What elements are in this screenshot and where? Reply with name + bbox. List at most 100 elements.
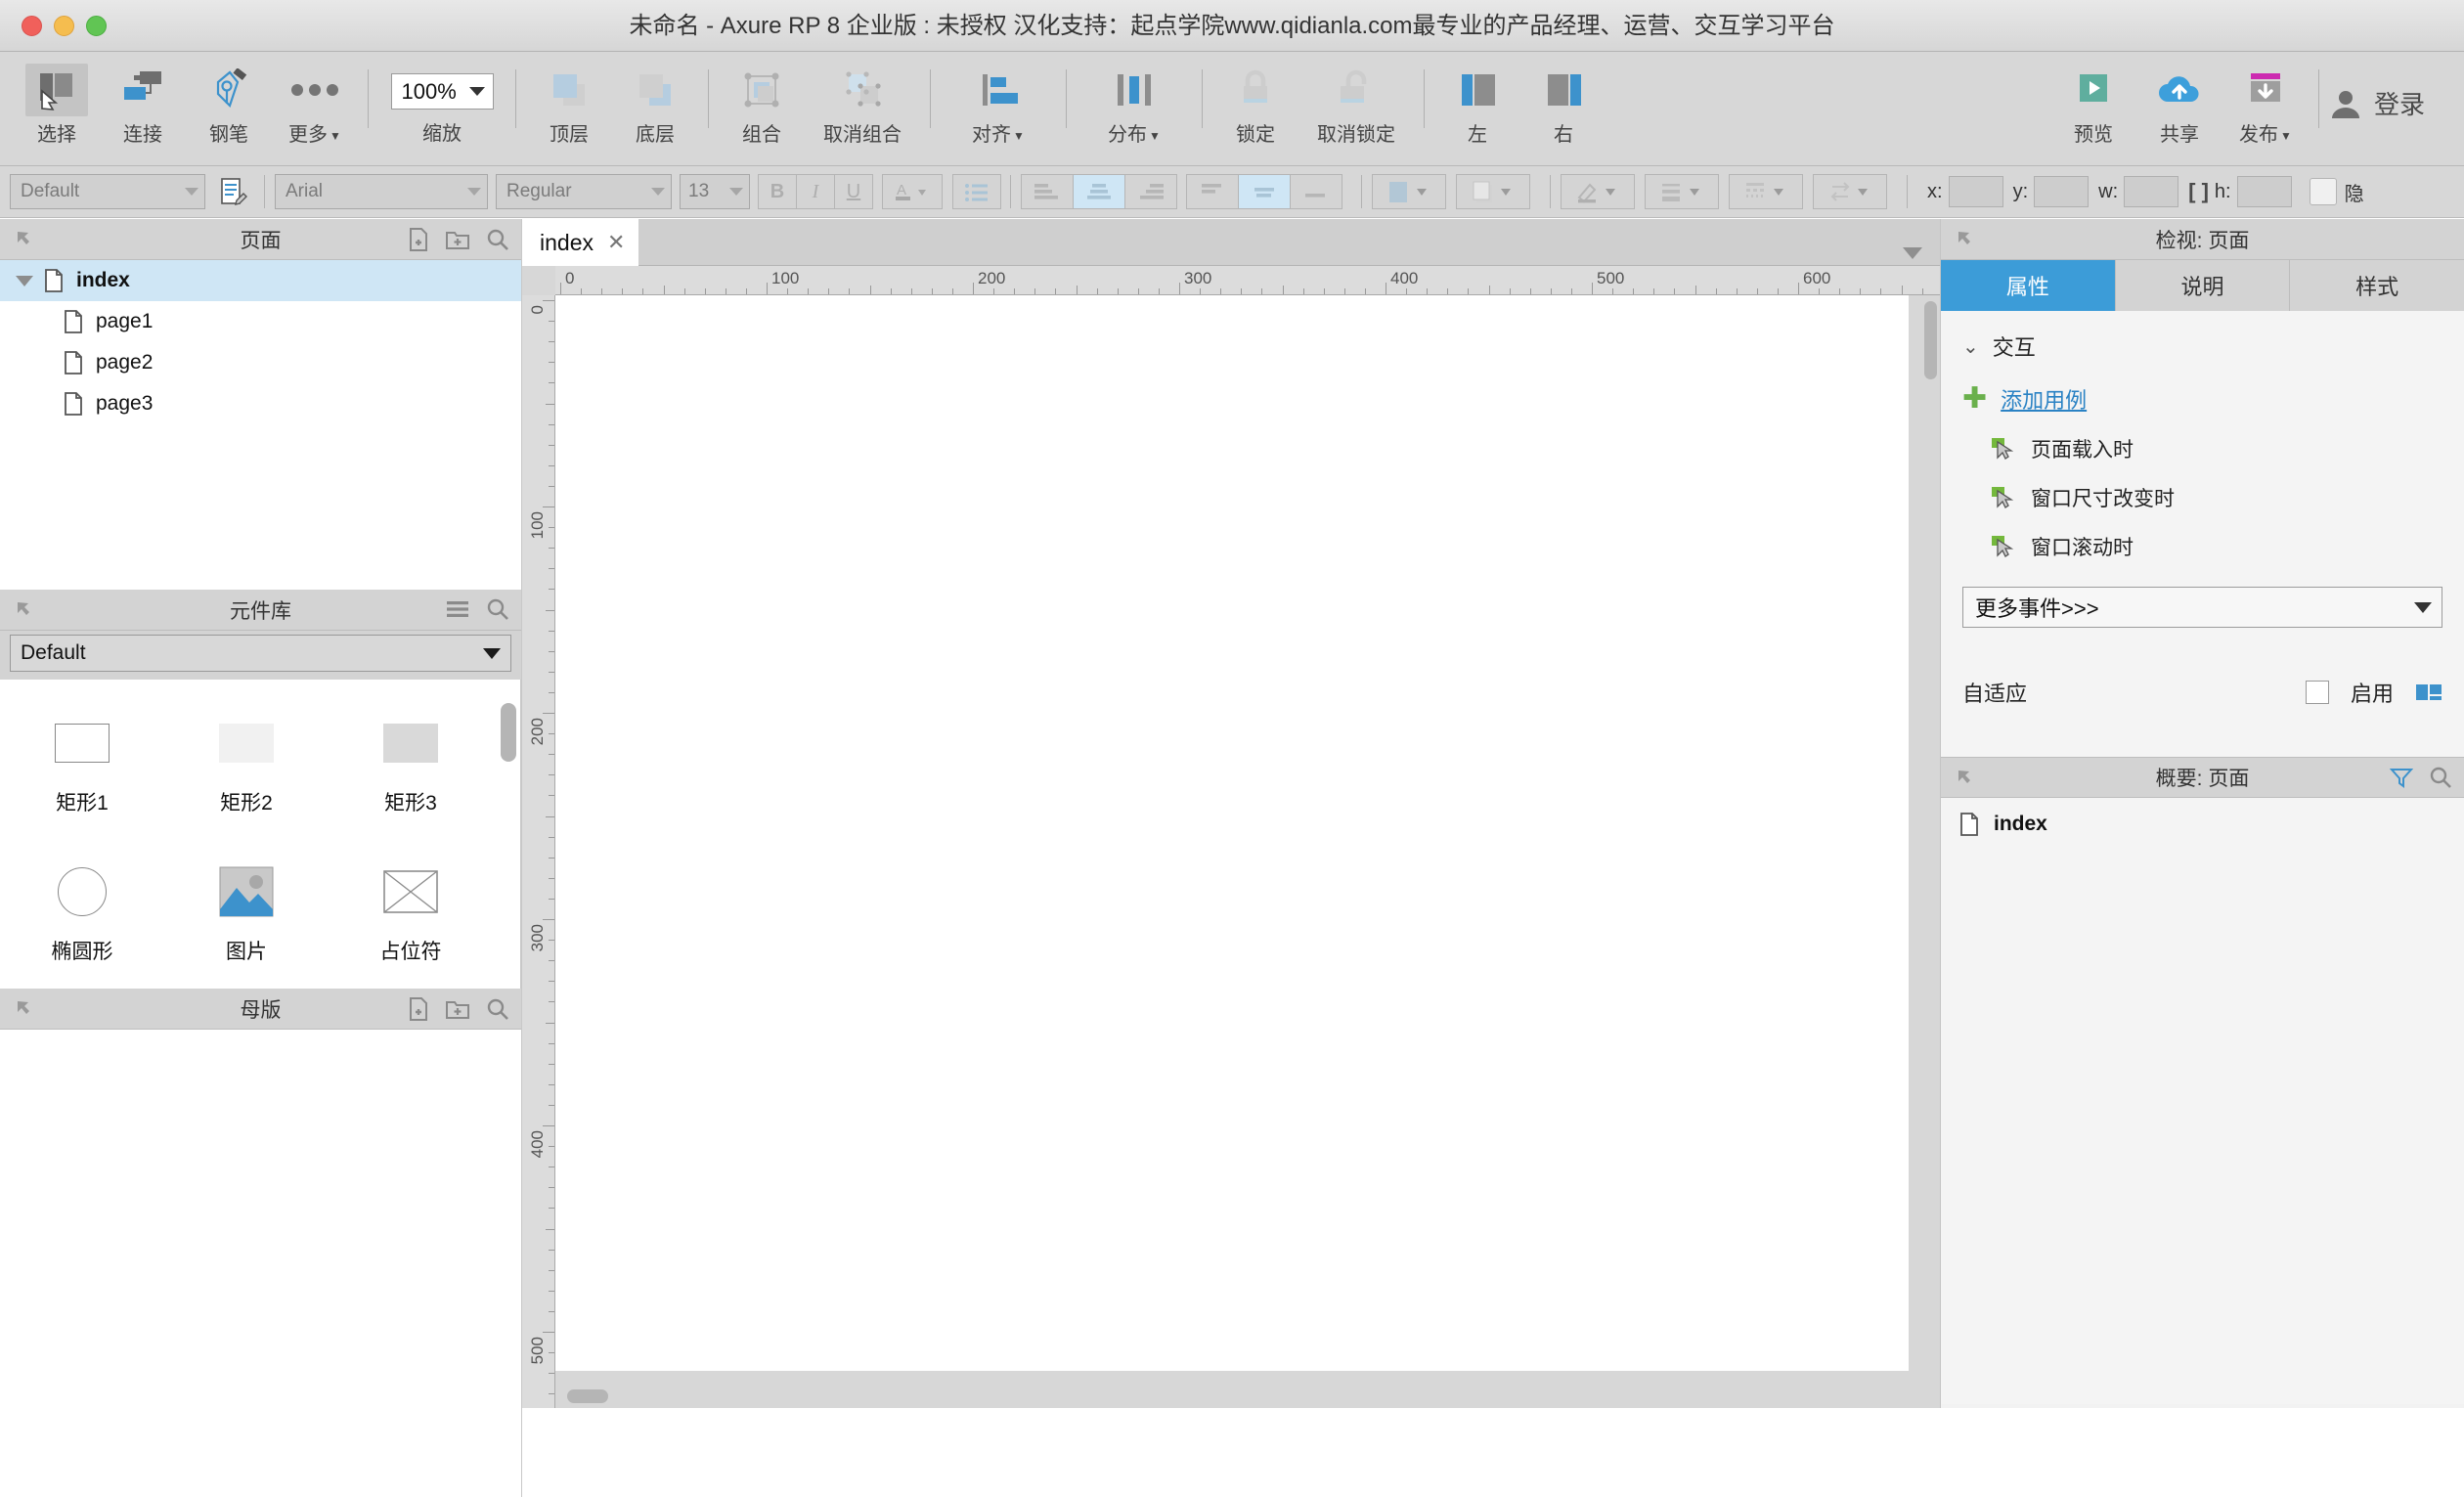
ruler-tick: [543, 919, 554, 920]
hidden-checkbox[interactable]: [2310, 178, 2337, 205]
valign-bottom-icon[interactable]: [1290, 174, 1342, 209]
valign-top-icon[interactable]: [1186, 174, 1239, 209]
add-master-icon[interactable]: [406, 996, 429, 1022]
valign-middle-icon[interactable]: [1238, 174, 1291, 209]
tool-select[interactable]: 选择: [14, 52, 100, 157]
page-tree-item-page3[interactable]: page3: [0, 383, 521, 424]
w-input[interactable]: [2124, 176, 2178, 207]
close-icon[interactable]: ✕: [607, 230, 625, 255]
search-icon[interactable]: [486, 228, 509, 251]
italic-button[interactable]: I: [796, 174, 835, 209]
collapse-panel-icon[interactable]: [1955, 229, 1976, 250]
event-window-scroll[interactable]: 窗口滚动时: [1962, 532, 2442, 561]
action-group[interactable]: 组合: [719, 52, 805, 157]
add-page-icon[interactable]: [406, 227, 429, 252]
canvas-vertical-scroll-thumb[interactable]: [1924, 301, 1937, 379]
h-input[interactable]: [2237, 176, 2292, 207]
tool-more[interactable]: 更多▼: [272, 52, 358, 157]
canvas-vertical-scrollbar[interactable]: [1922, 295, 1940, 1371]
action-distribute[interactable]: 分布▼: [1077, 52, 1192, 157]
shadow-icon[interactable]: [1456, 174, 1530, 209]
page-tree-item-page1[interactable]: page1: [0, 301, 521, 342]
line-style-icon[interactable]: [1729, 174, 1803, 209]
style-preset-select[interactable]: Default: [10, 174, 205, 209]
search-icon[interactable]: [486, 597, 509, 621]
action-left-panel[interactable]: 左: [1434, 52, 1520, 157]
menu-icon[interactable]: [445, 598, 470, 620]
underline-button[interactable]: U: [834, 174, 873, 209]
fill-color-icon[interactable]: [1372, 174, 1446, 209]
font-size-select[interactable]: 13: [680, 174, 750, 209]
action-preview[interactable]: 预览: [2050, 52, 2136, 157]
widget-ellipse[interactable]: 椭圆形: [0, 842, 164, 991]
action-lock[interactable]: 锁定: [1212, 52, 1298, 157]
action-ungroup[interactable]: 取消组合: [805, 52, 920, 157]
expand-triangle-icon[interactable]: [16, 276, 33, 286]
event-window-resize[interactable]: 窗口尺寸改变时: [1962, 483, 2442, 512]
tool-pen[interactable]: 钢笔: [186, 52, 272, 157]
action-unlock[interactable]: 取消锁定: [1298, 52, 1414, 157]
action-right-panel[interactable]: 右: [1520, 52, 1606, 157]
collapse-panel-icon[interactable]: [14, 998, 35, 1020]
action-bring-to-front[interactable]: 顶层: [526, 52, 612, 157]
tool-connect[interactable]: 连接: [100, 52, 186, 157]
collapse-panel-icon[interactable]: [14, 229, 35, 250]
adaptive-enable-checkbox[interactable]: [2306, 681, 2329, 704]
widget-placeholder[interactable]: 占位符: [329, 842, 493, 991]
action-publish[interactable]: 发布▼: [2222, 52, 2309, 157]
login-button[interactable]: 登录: [2329, 85, 2425, 121]
add-folder-icon[interactable]: [445, 228, 470, 251]
outline-item-index[interactable]: index: [1941, 812, 2464, 837]
search-icon[interactable]: [2429, 766, 2452, 789]
style-manager-icon[interactable]: [213, 177, 254, 206]
align-right-icon[interactable]: [1124, 174, 1177, 209]
widget-image[interactable]: 图片: [164, 842, 329, 991]
x-input[interactable]: [1949, 176, 2003, 207]
collapse-panel-icon[interactable]: [14, 599, 35, 621]
action-send-to-back[interactable]: 底层: [612, 52, 698, 157]
lock-ratio-icon[interactable]: [ ]: [2188, 179, 2209, 204]
font-family-select[interactable]: Arial: [275, 174, 488, 209]
adaptive-settings-icon[interactable]: [2415, 681, 2442, 704]
line-color-icon[interactable]: [1561, 174, 1635, 209]
align-center-icon[interactable]: [1073, 174, 1125, 209]
line-width-icon[interactable]: [1645, 174, 1719, 209]
zoom-control[interactable]: 100% 缩放: [378, 52, 506, 146]
collapse-panel-icon[interactable]: [1955, 768, 1976, 789]
tab-style[interactable]: 样式: [2290, 260, 2464, 311]
font-color-icon[interactable]: A: [882, 174, 943, 209]
search-icon[interactable]: [486, 997, 509, 1021]
widget-rectangle1[interactable]: 矩形1: [0, 693, 164, 842]
add-case-button[interactable]: ✚ 添加用例: [1962, 383, 2442, 415]
ruler-tick: [549, 465, 554, 466]
event-page-load[interactable]: 页面载入时: [1962, 434, 2442, 463]
tab-notes[interactable]: 说明: [2116, 260, 2291, 311]
library-scrollbar-thumb[interactable]: [501, 703, 516, 762]
window-title: 未命名 - Axure RP 8 企业版 : 未授权 汉化支持：起点学院www.…: [0, 0, 2464, 52]
page-tree-item-index[interactable]: index: [0, 260, 521, 301]
zoom-combobox[interactable]: 100%: [391, 73, 494, 110]
align-left-icon[interactable]: [1021, 174, 1074, 209]
bold-button[interactable]: B: [758, 174, 797, 209]
filter-icon[interactable]: [2390, 766, 2413, 789]
action-align[interactable]: 对齐▼: [941, 52, 1056, 157]
page-tree-item-page2[interactable]: page2: [0, 342, 521, 383]
more-events-select[interactable]: 更多事件>>>: [1962, 587, 2442, 628]
canvas-tab-index[interactable]: index ✕: [522, 219, 638, 266]
tab-properties[interactable]: 属性: [1941, 260, 2116, 311]
ruler-label: 200: [528, 718, 548, 745]
interactions-section-header[interactable]: ⌄ 交互: [1962, 330, 2442, 362]
chevron-down-icon[interactable]: [1903, 247, 1922, 259]
add-folder-icon[interactable]: [445, 997, 470, 1021]
widget-rectangle2[interactable]: 矩形2: [164, 693, 329, 842]
library-select[interactable]: Default: [10, 635, 511, 672]
font-weight-select[interactable]: Regular: [496, 174, 672, 209]
widget-rectangle3[interactable]: 矩形3: [329, 693, 493, 842]
canvas-horizontal-scrollbar[interactable]: [555, 1385, 1940, 1408]
canvas-horizontal-scroll-thumb[interactable]: [567, 1389, 608, 1403]
design-canvas[interactable]: [555, 295, 1909, 1371]
y-input[interactable]: [2034, 176, 2089, 207]
bullet-list-icon[interactable]: [952, 174, 1001, 209]
action-share[interactable]: 共享: [2136, 52, 2222, 157]
arrow-style-icon[interactable]: [1813, 174, 1887, 209]
